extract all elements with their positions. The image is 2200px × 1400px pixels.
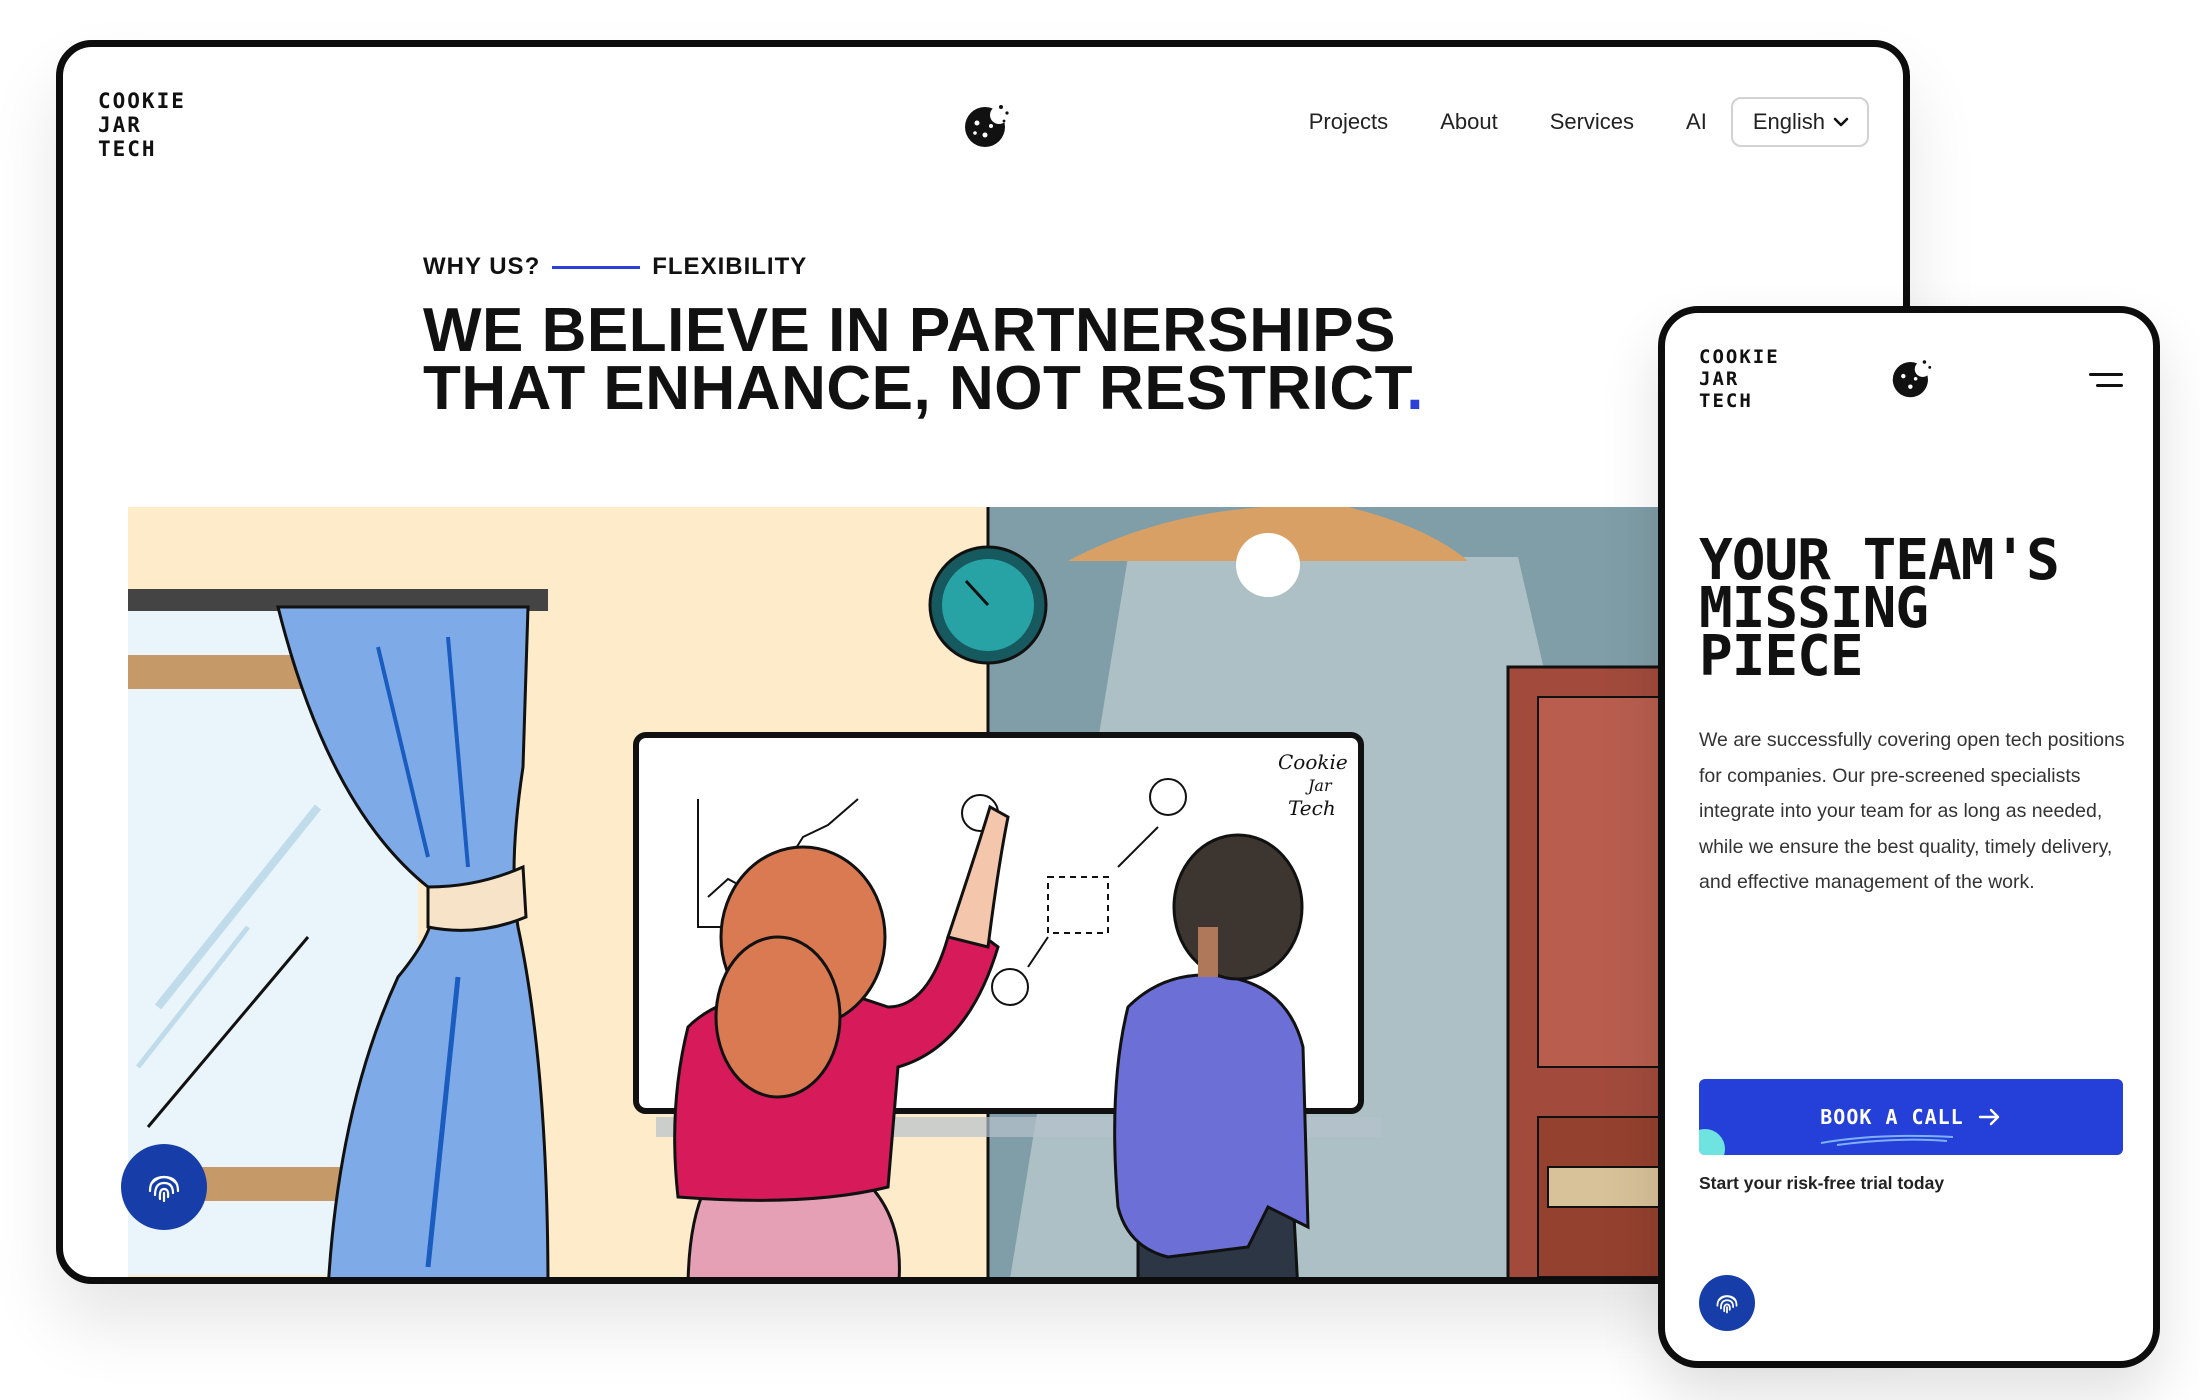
brand-line: TECH [1699, 390, 1753, 412]
chevron-down-icon [1833, 117, 1849, 127]
section-eyebrow: WHY US? FLEXIBILITY [423, 253, 807, 281]
mobile-frame: COOKIE JAR TECH YOUR TEAM'S MISSING PIEC… [1658, 306, 2160, 1368]
brand-line: COOKIE [98, 89, 186, 113]
whiteboard-signature: Jar [1305, 776, 1333, 795]
cookie-logo-icon[interactable] [963, 99, 1013, 149]
language-label: English [1752, 109, 1825, 134]
headline-line-2: THAT ENHANCE, NOT RESTRICT. [423, 358, 1424, 420]
cta-label: BOOK A CALL [1820, 1105, 1964, 1129]
headline-line-2-text: THAT ENHANCE, NOT RESTRICT [423, 354, 1407, 423]
eyebrow-divider [552, 265, 641, 269]
underline-scribble [1820, 1134, 1954, 1146]
arrow-right-icon [1978, 1108, 1999, 1126]
cookie-logo-icon[interactable] [1891, 355, 1935, 399]
mobile-brand-wordmark[interactable]: COOKIE JAR TECH [1699, 346, 1780, 412]
brand-line: TECH [98, 137, 157, 161]
nav-link-about[interactable]: About [1440, 109, 1498, 135]
button-decoration [1699, 1129, 1725, 1155]
nav-link-services[interactable]: Services [1550, 109, 1634, 135]
hero-illustration: Cookie Jar Tech [128, 507, 1903, 1277]
whiteboard-signature: Cookie [1278, 750, 1348, 774]
fingerprint-button[interactable] [121, 1144, 207, 1230]
whiteboard-signature: Tech [1288, 796, 1336, 820]
desktop-frame: COOKIE JAR TECH Projects About Services … [56, 40, 1910, 1284]
headline-accent-dot: . [1406, 354, 1424, 423]
book-a-call-button[interactable]: BOOK A CALL [1699, 1079, 2123, 1155]
brand-line: JAR [98, 113, 142, 137]
mobile-hero-description: We are successfully covering open tech p… [1699, 729, 2125, 893]
cta-subtext: Start your risk-free trial today [1699, 1173, 1945, 1193]
nav-link-ai[interactable]: AI [1686, 109, 1707, 135]
hamburger-menu-icon[interactable] [2089, 373, 2123, 389]
nav-link-projects[interactable]: Projects [1309, 109, 1388, 135]
fingerprint-button[interactable] [1699, 1275, 1755, 1331]
headline-line-1: WE BELIEVE IN PARTNERSHIPS [423, 296, 1396, 365]
brand-wordmark[interactable]: COOKIE JAR TECH [98, 89, 186, 161]
hero-headline: WE BELIEVE IN PARTNERSHIPS THAT ENHANCE,… [423, 296, 1424, 420]
mobile-hero-title: YOUR TEAM'S MISSING PIECE [1699, 533, 2060, 685]
eyebrow-left: WHY US? [423, 253, 541, 280]
main-nav: Projects About Services AI English [1309, 97, 1869, 147]
fingerprint-icon [1716, 1295, 1738, 1314]
eyebrow-right: FLEXIBILITY [652, 253, 808, 280]
brand-line: COOKIE [1699, 346, 1780, 368]
lamp-bulb [1236, 533, 1300, 597]
fingerprint-icon [148, 1175, 180, 1203]
brand-line: JAR [1699, 368, 1740, 390]
language-select[interactable]: English [1730, 97, 1869, 147]
